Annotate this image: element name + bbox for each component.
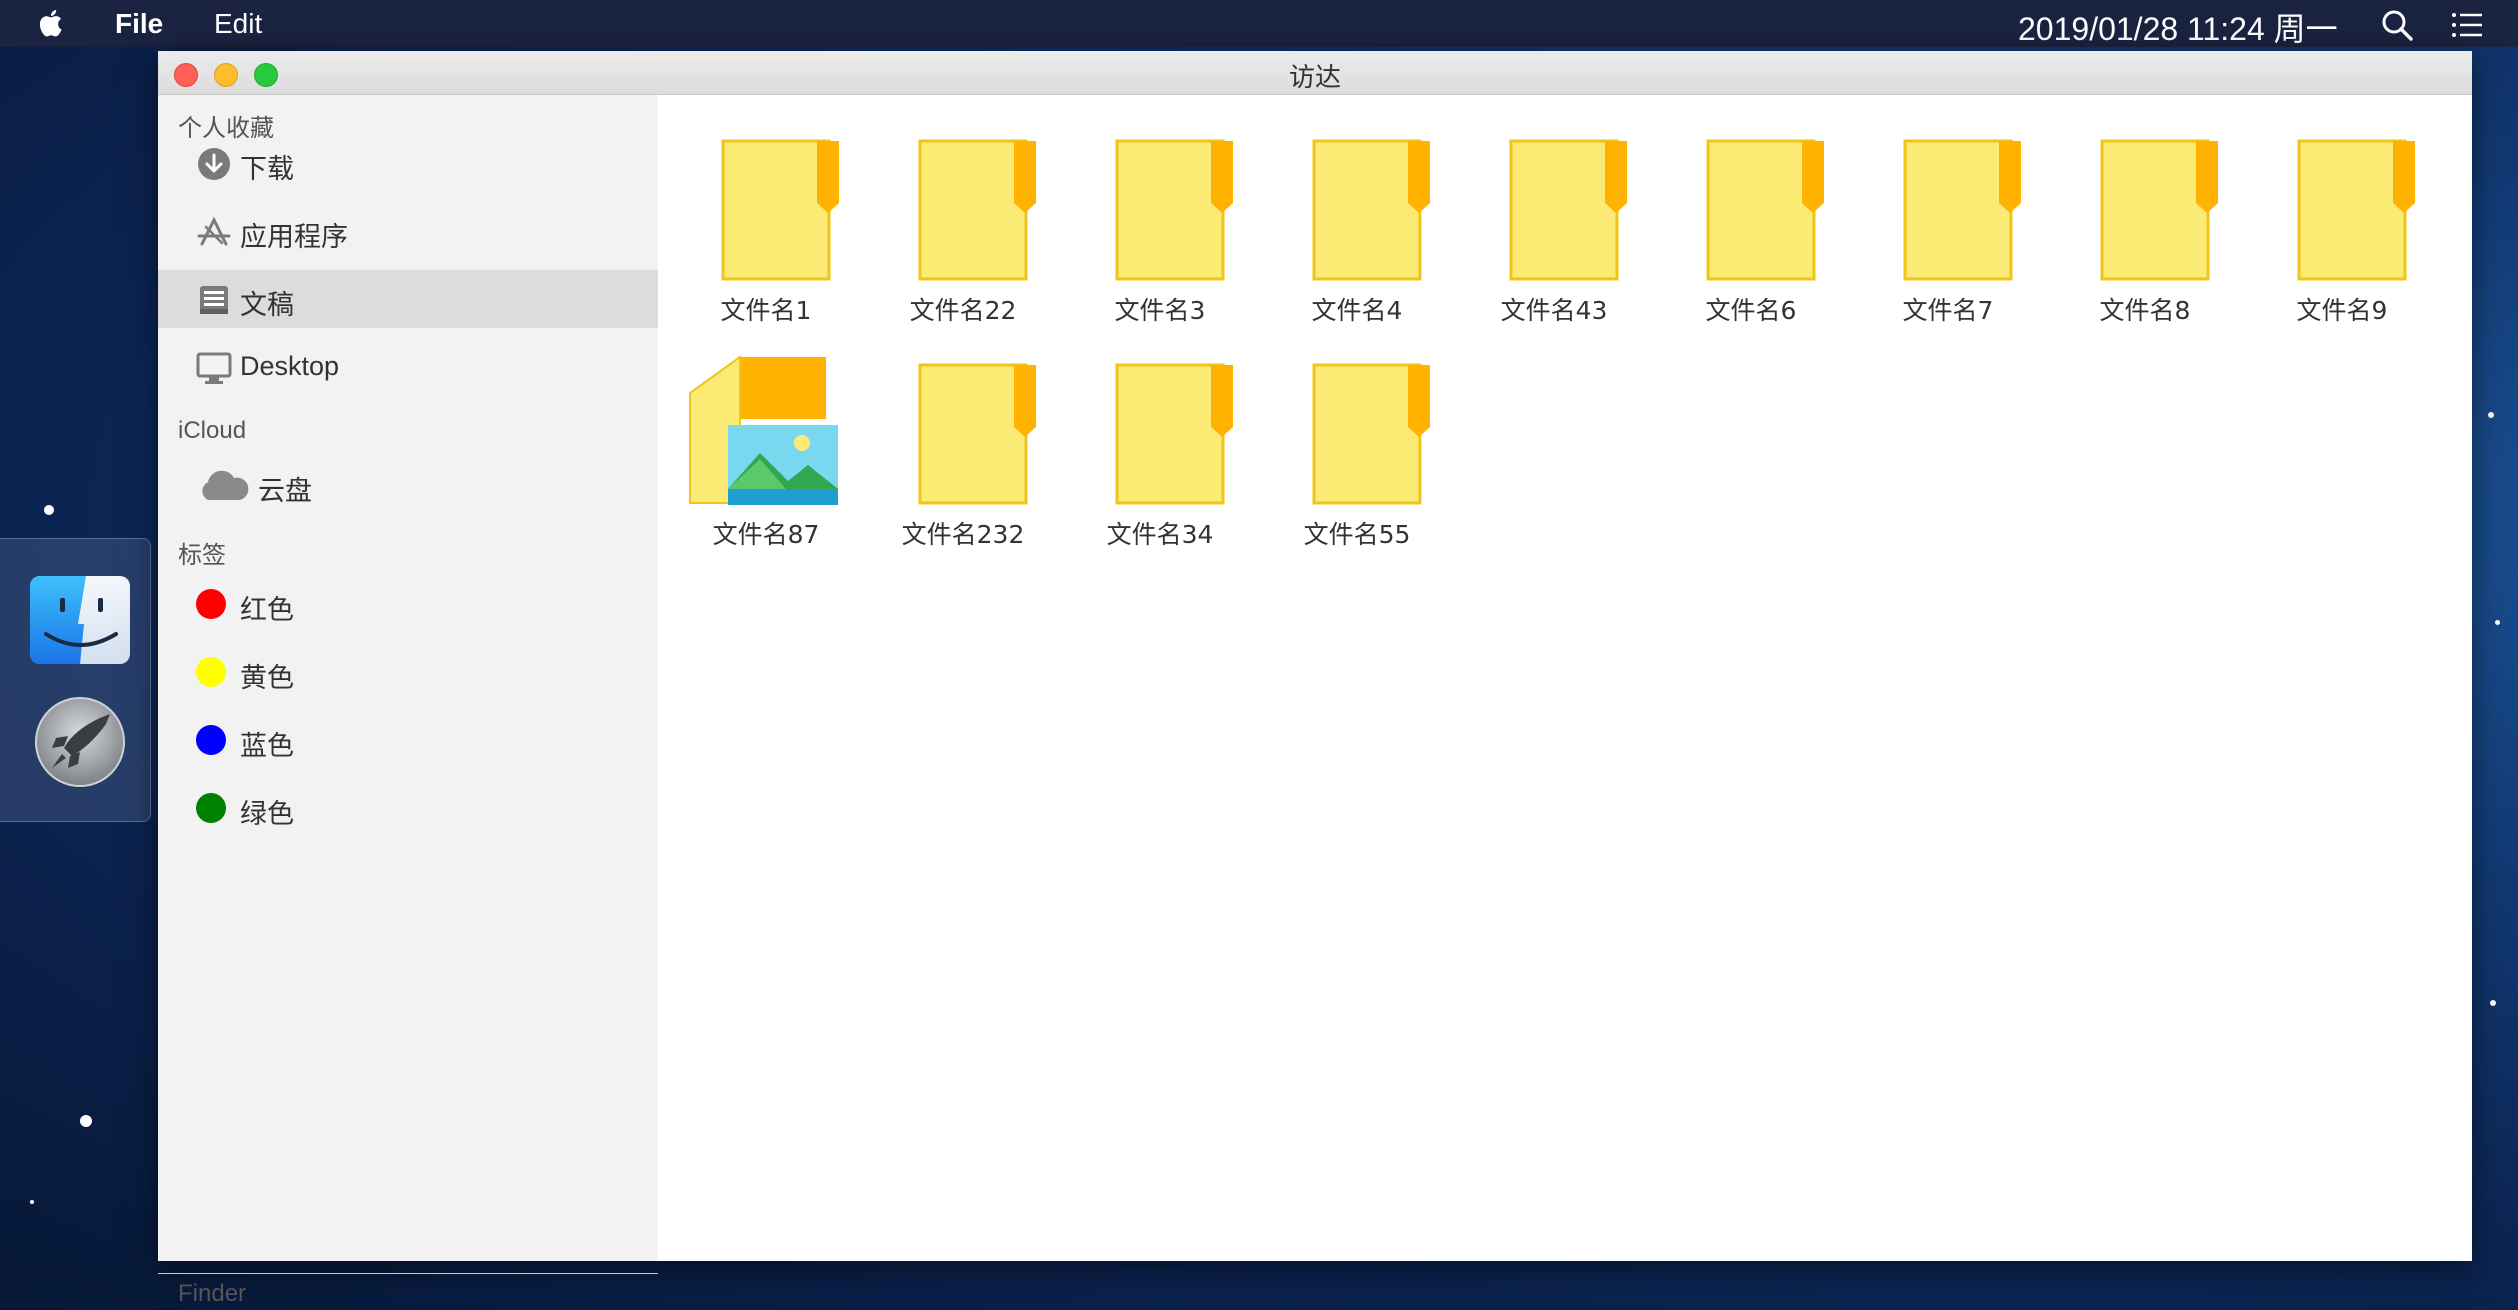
- documents-icon: [200, 286, 228, 314]
- sidebar-item-label: 绿色: [240, 799, 294, 830]
- document-icon: [2297, 139, 2415, 281]
- window-title: 访达: [1288, 63, 1341, 93]
- icloud-section-label: iCloud: [178, 417, 247, 444]
- spotlight-search-icon[interactable]: [2380, 8, 2414, 42]
- file-item[interactable]: 文件名232: [873, 345, 1053, 549]
- file-name: 文件名34: [1106, 520, 1214, 549]
- sidebar-item-label: 蓝色: [240, 731, 294, 762]
- sidebar-footer: Finder: [178, 1280, 247, 1307]
- document-icon: [1706, 139, 1824, 281]
- file-item[interactable]: 文件名43: [1464, 121, 1644, 325]
- file-item[interactable]: 文件名7: [1858, 121, 2038, 325]
- sidebar-tag-green[interactable]: 绿色: [158, 779, 658, 837]
- menu-edit[interactable]: Edit: [214, 8, 262, 40]
- notification-center-icon[interactable]: [2450, 8, 2484, 42]
- sidebar-item-documents[interactable]: 文稿: [158, 270, 658, 328]
- file-item[interactable]: 文件名9: [2252, 121, 2432, 325]
- file-name: 文件名6: [1705, 296, 1797, 325]
- document-icon: [1312, 363, 1430, 505]
- file-name: 文件名87: [712, 520, 820, 549]
- file-item[interactable]: 文件名6: [1661, 121, 1841, 325]
- yellow-tag-dot-icon: [196, 657, 226, 687]
- tags-section-label: 标签: [178, 541, 226, 569]
- sidebar-item-label: 下载: [240, 154, 294, 185]
- file-name: 文件名7: [1902, 296, 1994, 325]
- file-name: 文件名9: [2296, 296, 2388, 325]
- file-item[interactable]: 文件名55: [1267, 345, 1447, 549]
- sidebar-footer-divider: [158, 1273, 658, 1274]
- menubar-clock[interactable]: 2019/01/28 11:24 周一: [2018, 4, 2338, 50]
- sidebar: 个人收藏 下载 应用程序 文稿 Desktop iCloud 云盘 标签 红色 …: [158, 95, 658, 1307]
- file-name: 文件名22: [909, 296, 1017, 325]
- applications-icon: [197, 216, 231, 246]
- sidebar-tag-blue[interactable]: 蓝色: [158, 711, 658, 769]
- cloud-icon: [202, 470, 249, 500]
- file-name: 文件名3: [1114, 296, 1206, 325]
- finder-window: 访达 个人收藏 下载 应用程序 文稿 Desktop iCloud 云盘 标签 …: [158, 51, 2472, 1307]
- star: [2495, 620, 2500, 625]
- file-item[interactable]: 文件名87: [676, 345, 856, 549]
- file-grid: 文件名1 文件名22 文件名3 文件名4 文件名43 文件名6 文件名7 文件名…: [676, 95, 2472, 1261]
- launchpad-app-icon[interactable]: [28, 696, 132, 788]
- sidebar-item-downloads[interactable]: 下载: [158, 134, 658, 192]
- file-name: 文件名4: [1311, 296, 1403, 325]
- document-icon: [1509, 139, 1627, 281]
- document-icon: [1115, 139, 1233, 281]
- sidebar-item-label: 云盘: [258, 476, 312, 507]
- file-item[interactable]: 文件名34: [1070, 345, 1250, 549]
- sidebar-item-applications[interactable]: 应用程序: [158, 202, 658, 260]
- file-item[interactable]: 文件名22: [873, 121, 1053, 325]
- sidebar-tag-yellow[interactable]: 黄色: [158, 643, 658, 701]
- file-item[interactable]: 文件名1: [676, 121, 856, 325]
- document-icon: [721, 139, 839, 281]
- sidebar-item-label: 红色: [240, 595, 294, 626]
- star: [2488, 412, 2494, 418]
- title-bar[interactable]: 访达: [158, 51, 2472, 95]
- apple-logo-icon[interactable]: [36, 8, 64, 38]
- file-name: 文件名1: [720, 296, 812, 325]
- file-name: 文件名8: [2099, 296, 2191, 325]
- sidebar-item-label: 应用程序: [240, 222, 348, 253]
- sidebar-item-label: 黄色: [240, 663, 294, 694]
- desktop-icon: [196, 352, 232, 384]
- blue-tag-dot-icon: [196, 725, 226, 755]
- menu-bar: File Edit 2019/01/28 11:24 周一: [0, 0, 2518, 47]
- file-name: 文件名55: [1303, 520, 1411, 549]
- download-icon: [198, 148, 230, 180]
- red-tag-dot-icon: [196, 589, 226, 619]
- document-icon: [1903, 139, 2021, 281]
- file-name: 文件名232: [901, 520, 1025, 549]
- star: [80, 1115, 92, 1127]
- document-icon: [2100, 139, 2218, 281]
- menu-file[interactable]: File: [115, 8, 163, 40]
- star: [2490, 1000, 2496, 1006]
- file-name: 文件名43: [1500, 296, 1608, 325]
- document-icon: [918, 139, 1036, 281]
- document-icon: [1115, 363, 1233, 505]
- sidebar-item-label: 文稿: [240, 290, 294, 321]
- star: [30, 1200, 34, 1204]
- document-icon: [1312, 139, 1430, 281]
- sidebar-item-label: Desktop: [240, 351, 340, 381]
- file-item[interactable]: 文件名8: [2055, 121, 2235, 325]
- sidebar-tag-red[interactable]: 红色: [158, 575, 658, 633]
- star: [44, 505, 54, 515]
- file-item[interactable]: 文件名3: [1070, 121, 1250, 325]
- green-tag-dot-icon: [196, 793, 226, 823]
- sidebar-item-icloud-drive[interactable]: 云盘: [158, 456, 658, 514]
- finder-app-icon[interactable]: [28, 574, 132, 666]
- image-folder-icon: [689, 355, 838, 505]
- file-item[interactable]: 文件名4: [1267, 121, 1447, 325]
- sidebar-item-desktop[interactable]: Desktop: [158, 338, 658, 396]
- document-icon: [918, 363, 1036, 505]
